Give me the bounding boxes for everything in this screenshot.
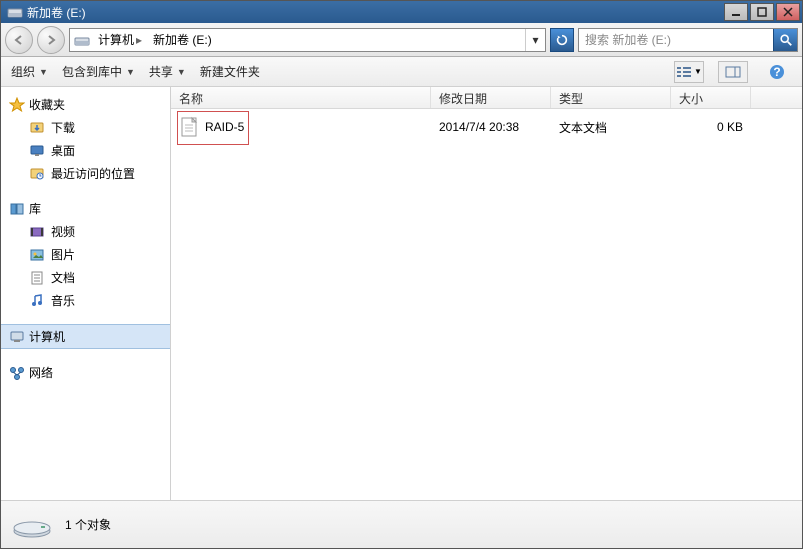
drive-icon bbox=[11, 511, 53, 539]
svg-text:?: ? bbox=[773, 65, 780, 79]
library-icon bbox=[9, 201, 25, 217]
video-icon bbox=[29, 224, 45, 240]
file-name: RAID-5 bbox=[205, 120, 244, 134]
include-in-library-menu[interactable]: 包含到库中▼ bbox=[62, 63, 135, 80]
sidebar: 收藏夹 下载 桌面 最近访问的位置 库 视频 图片 文档 音乐 计算机 bbox=[1, 87, 171, 500]
view-mode-button[interactable]: ▼ bbox=[674, 61, 704, 83]
download-icon bbox=[29, 120, 45, 136]
column-header-date[interactable]: 修改日期 bbox=[431, 87, 551, 108]
breadcrumb-computer[interactable]: 计算机▸ bbox=[94, 29, 149, 51]
refresh-button[interactable] bbox=[550, 28, 574, 52]
drive-icon bbox=[7, 5, 23, 19]
share-menu[interactable]: 共享▼ bbox=[149, 63, 186, 80]
titlebar: 新加卷 (E:) bbox=[1, 1, 802, 23]
computer-icon bbox=[9, 329, 25, 345]
column-header-name[interactable]: 名称 bbox=[171, 87, 431, 108]
new-folder-button[interactable]: 新建文件夹 bbox=[200, 63, 260, 80]
sidebar-item-music[interactable]: 音乐 bbox=[1, 289, 170, 312]
sidebar-item-recent[interactable]: 最近访问的位置 bbox=[1, 162, 170, 185]
file-size: 0 KB bbox=[671, 120, 751, 134]
back-button[interactable] bbox=[5, 26, 33, 54]
organize-menu[interactable]: 组织▼ bbox=[11, 63, 48, 80]
network-icon bbox=[9, 365, 25, 381]
help-button[interactable]: ? bbox=[762, 61, 792, 83]
address-bar[interactable]: 计算机▸ 新加卷 (E:) ▾ bbox=[69, 28, 546, 52]
star-icon bbox=[9, 97, 25, 113]
music-icon bbox=[29, 293, 45, 309]
file-date: 2014/7/4 20:38 bbox=[431, 120, 551, 134]
file-row[interactable]: RAID-5 2014/7/4 20:38 文本文档 0 KB bbox=[171, 109, 802, 145]
desktop-icon bbox=[29, 143, 45, 159]
close-button[interactable] bbox=[776, 3, 800, 21]
preview-pane-button[interactable] bbox=[718, 61, 748, 83]
sidebar-computer[interactable]: 计算机 bbox=[1, 324, 170, 349]
address-dropdown[interactable]: ▾ bbox=[525, 29, 545, 51]
minimize-button[interactable] bbox=[724, 3, 748, 21]
text-file-icon bbox=[179, 116, 199, 138]
column-header-type[interactable]: 类型 bbox=[551, 87, 671, 108]
sidebar-item-videos[interactable]: 视频 bbox=[1, 220, 170, 243]
file-list-pane: 名称 修改日期 类型 大小 RAID-5 2014/7/4 20:38 文本文档… bbox=[171, 87, 802, 500]
forward-button[interactable] bbox=[37, 26, 65, 54]
drive-icon bbox=[74, 32, 90, 48]
sidebar-item-pictures[interactable]: 图片 bbox=[1, 243, 170, 266]
sidebar-favorites-header[interactable]: 收藏夹 bbox=[1, 93, 170, 116]
sidebar-item-documents[interactable]: 文档 bbox=[1, 266, 170, 289]
sidebar-item-downloads[interactable]: 下载 bbox=[1, 116, 170, 139]
toolbar: 组织▼ 包含到库中▼ 共享▼ 新建文件夹 ▼ ? bbox=[1, 57, 802, 87]
status-object-count: 1 个对象 bbox=[65, 516, 111, 533]
picture-icon bbox=[29, 247, 45, 263]
file-type: 文本文档 bbox=[551, 119, 671, 136]
sidebar-network[interactable]: 网络 bbox=[1, 361, 170, 384]
sidebar-libraries-header[interactable]: 库 bbox=[1, 197, 170, 220]
search-placeholder: 搜索 新加卷 (E:) bbox=[579, 31, 773, 48]
window-title: 新加卷 (E:) bbox=[27, 4, 724, 21]
column-header-row: 名称 修改日期 类型 大小 bbox=[171, 87, 802, 109]
file-area[interactable]: RAID-5 2014/7/4 20:38 文本文档 0 KB bbox=[171, 109, 802, 500]
statusbar: 1 个对象 bbox=[1, 500, 802, 548]
explorer-window: 新加卷 (E:) 计算机▸ 新加卷 (E:) ▾ 搜索 新加卷 (E:) bbox=[0, 0, 803, 549]
content-area: 收藏夹 下载 桌面 最近访问的位置 库 视频 图片 文档 音乐 计算机 bbox=[1, 87, 802, 500]
sidebar-item-desktop[interactable]: 桌面 bbox=[1, 139, 170, 162]
search-button[interactable] bbox=[773, 29, 797, 51]
navbar: 计算机▸ 新加卷 (E:) ▾ 搜索 新加卷 (E:) bbox=[1, 23, 802, 57]
recent-icon bbox=[29, 166, 45, 182]
maximize-button[interactable] bbox=[750, 3, 774, 21]
document-icon bbox=[29, 270, 45, 286]
breadcrumb-drive[interactable]: 新加卷 (E:) bbox=[149, 29, 217, 51]
search-box[interactable]: 搜索 新加卷 (E:) bbox=[578, 28, 798, 52]
column-header-size[interactable]: 大小 bbox=[671, 87, 751, 108]
